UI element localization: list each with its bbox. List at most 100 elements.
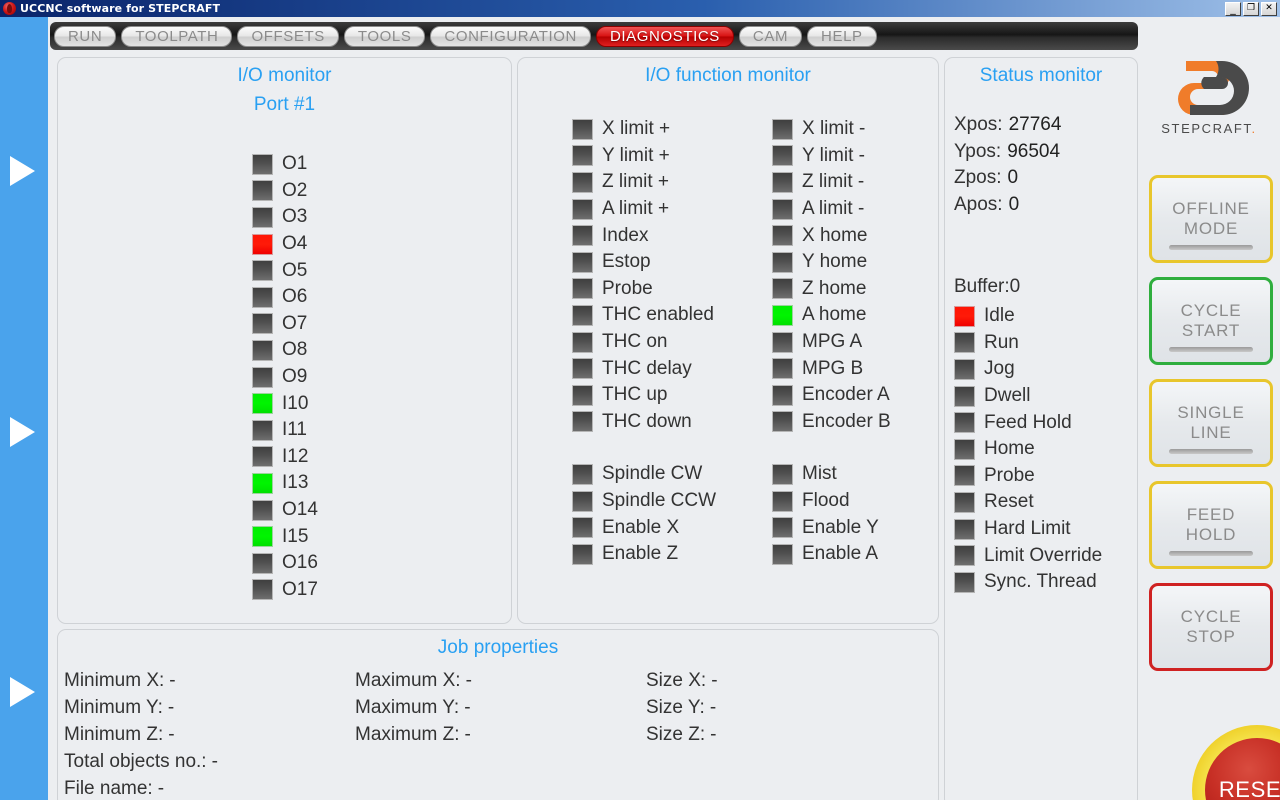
io-pin-i13-led-indicator xyxy=(252,473,273,494)
iofunc-spindle-cw-label: Spindle CW xyxy=(602,463,702,485)
status-flag-dwell-led-indicator xyxy=(954,386,975,407)
status-flag-limit-override-led-indicator xyxy=(954,545,975,566)
iofunc-probe-label: Probe xyxy=(602,278,653,300)
job-minimum-y: Minimum Y:- xyxy=(64,697,174,719)
io-pin-o6-row: O6 xyxy=(252,284,318,311)
job-file-name: File name:- xyxy=(64,778,164,800)
io-function-monitor-columns: X limit +Y limit +Z limit +A limit +Inde… xyxy=(572,116,972,568)
iofunc-z-limit-row: Z limit + xyxy=(572,169,772,196)
iofunc-a-limit-led-indicator xyxy=(572,199,593,220)
status-ypos-value: 96504 xyxy=(1007,141,1060,163)
iofunc-a-limit-row: A limit + xyxy=(572,196,772,223)
io-pin-o4-row: O4 xyxy=(252,231,318,258)
iofunc-index-led-indicator xyxy=(572,225,593,246)
status-flag-jog-led-indicator xyxy=(954,359,975,380)
iofunc-x-home-label: X home xyxy=(802,225,867,247)
io-pin-o17-label: O17 xyxy=(282,579,318,601)
iofunc-a-limit-led-indicator xyxy=(772,199,793,220)
tab-tools[interactable]: TOOLS xyxy=(344,26,426,47)
job-minimum-z-value: - xyxy=(168,724,174,745)
button-cycle-start[interactable]: CYCLESTART xyxy=(1149,277,1273,365)
iofunc-mist-led-indicator xyxy=(772,464,793,485)
io-function-left-gap xyxy=(572,435,772,461)
io-pin-o1-row: O1 xyxy=(252,151,318,178)
io-pin-o8-led-indicator xyxy=(252,340,273,361)
iofunc-estop-led-indicator xyxy=(572,252,593,273)
iofunc-z-limit-label: Z limit - xyxy=(802,171,864,193)
io-pin-o16-row: O16 xyxy=(252,550,318,577)
status-zpos-label: Zpos: xyxy=(954,167,1002,189)
io-function-left-group-2: Spindle CWSpindle CCWEnable XEnable Z xyxy=(572,461,772,567)
button-cycle-stop-line2: STOP xyxy=(1186,627,1235,647)
iofunc-enable-a-row: Enable A xyxy=(772,541,972,568)
close-button[interactable]: ✕ xyxy=(1261,2,1277,16)
tab-run[interactable]: RUN xyxy=(54,26,116,47)
io-pin-o5-label: O5 xyxy=(282,260,307,282)
iofunc-enable-z-row: Enable Z xyxy=(572,541,772,568)
button-cycle-start-indicator xyxy=(1169,347,1253,352)
reset-button[interactable]: RESET xyxy=(1192,725,1280,800)
button-offline-mode[interactable]: OFFLINEMODE xyxy=(1149,175,1273,263)
tab-offsets[interactable]: OFFSETS xyxy=(237,26,338,47)
status-buffer: Buffer:0 xyxy=(954,276,1020,298)
status-flag-sync-thread-led-indicator xyxy=(954,572,975,593)
tab-diagnostics[interactable]: DIAGNOSTICS xyxy=(596,26,734,47)
iofunc-a-home-label: A home xyxy=(802,304,866,326)
tab-configuration[interactable]: CONFIGURATION xyxy=(430,26,591,47)
status-xpos-label: Xpos: xyxy=(954,114,1003,136)
status-flag-home-label: Home xyxy=(984,438,1035,460)
iofunc-thc-up-led-indicator xyxy=(572,385,593,406)
tab-help[interactable]: HELP xyxy=(807,26,877,47)
status-xpos: Xpos:27764 xyxy=(954,112,1061,139)
io-pin-i11-row: I11 xyxy=(252,417,318,444)
status-flag-hard-limit-row: Hard Limit xyxy=(954,516,1102,543)
iofunc-thc-down-led-indicator xyxy=(572,411,593,432)
button-cycle-stop[interactable]: CYCLESTOP xyxy=(1149,583,1273,671)
job-properties-title: Job properties xyxy=(58,637,938,659)
close-icon: ✕ xyxy=(1262,3,1276,15)
minimize-button[interactable]: _ xyxy=(1225,2,1241,16)
status-flag-feed-hold-row: Feed Hold xyxy=(954,409,1102,436)
io-pin-o3-led-indicator xyxy=(252,207,273,228)
io-pin-o3-label: O3 xyxy=(282,206,307,228)
job-size-z-label: Size Z: xyxy=(646,724,705,745)
rail-arrow-bottom[interactable] xyxy=(10,677,35,707)
iofunc-enable-z-led-indicator xyxy=(572,544,593,565)
job-maximum-y-label: Maximum Y: xyxy=(355,697,459,718)
status-flag-feed-hold-led-indicator xyxy=(954,412,975,433)
job-minimum-x-label: Minimum X: xyxy=(64,670,164,691)
iofunc-a-limit-row: A limit - xyxy=(772,196,972,223)
io-pin-i13-row: I13 xyxy=(252,470,318,497)
job-size-x-label: Size X: xyxy=(646,670,706,691)
iofunc-x-home-led-indicator xyxy=(772,225,793,246)
button-feed-hold[interactable]: FEEDHOLD xyxy=(1149,481,1273,569)
rail-arrow-top[interactable] xyxy=(10,156,35,186)
iofunc-mpg-a-row: MPG A xyxy=(772,329,972,356)
iofunc-flood-row: Flood xyxy=(772,488,972,515)
iofunc-z-home-row: Z home xyxy=(772,276,972,303)
tab-cam[interactable]: CAM xyxy=(739,26,802,47)
io-function-left-column: X limit +Y limit +Z limit +A limit +Inde… xyxy=(572,116,772,568)
button-single-line[interactable]: SINGLELINE xyxy=(1149,379,1273,467)
job-size-y-label: Size Y: xyxy=(646,697,705,718)
maximize-button[interactable]: ❐ xyxy=(1243,2,1259,16)
iofunc-thc-down-row: THC down xyxy=(572,409,772,436)
iofunc-x-limit-led-indicator xyxy=(772,119,793,140)
io-pin-o17-row: O17 xyxy=(252,577,318,604)
iofunc-spindle-ccw-label: Spindle CCW xyxy=(602,490,716,512)
job-total-objects-no-label: Total objects no.: xyxy=(64,751,207,772)
button-single-line-line1: SINGLE xyxy=(1177,403,1244,423)
io-pin-o7-row: O7 xyxy=(252,311,318,338)
tab-toolpath[interactable]: TOOLPATH xyxy=(121,26,232,47)
io-function-right-gap xyxy=(772,435,972,461)
iofunc-flood-label: Flood xyxy=(802,490,850,512)
iofunc-mpg-b-led-indicator xyxy=(772,358,793,379)
status-ypos-label: Ypos: xyxy=(954,141,1001,163)
status-ypos: Ypos: 96504 xyxy=(954,139,1061,166)
iofunc-mpg-a-led-indicator xyxy=(772,332,793,353)
status-buffer-label: Buffer: xyxy=(954,276,1010,297)
job-minimum-y-label: Minimum Y: xyxy=(64,697,163,718)
rail-arrow-middle[interactable] xyxy=(10,417,35,447)
button-single-line-indicator xyxy=(1169,449,1253,454)
application-window: UCCNC software for STEPCRAFT _ ❐ ✕ RUNTO… xyxy=(0,0,1280,800)
